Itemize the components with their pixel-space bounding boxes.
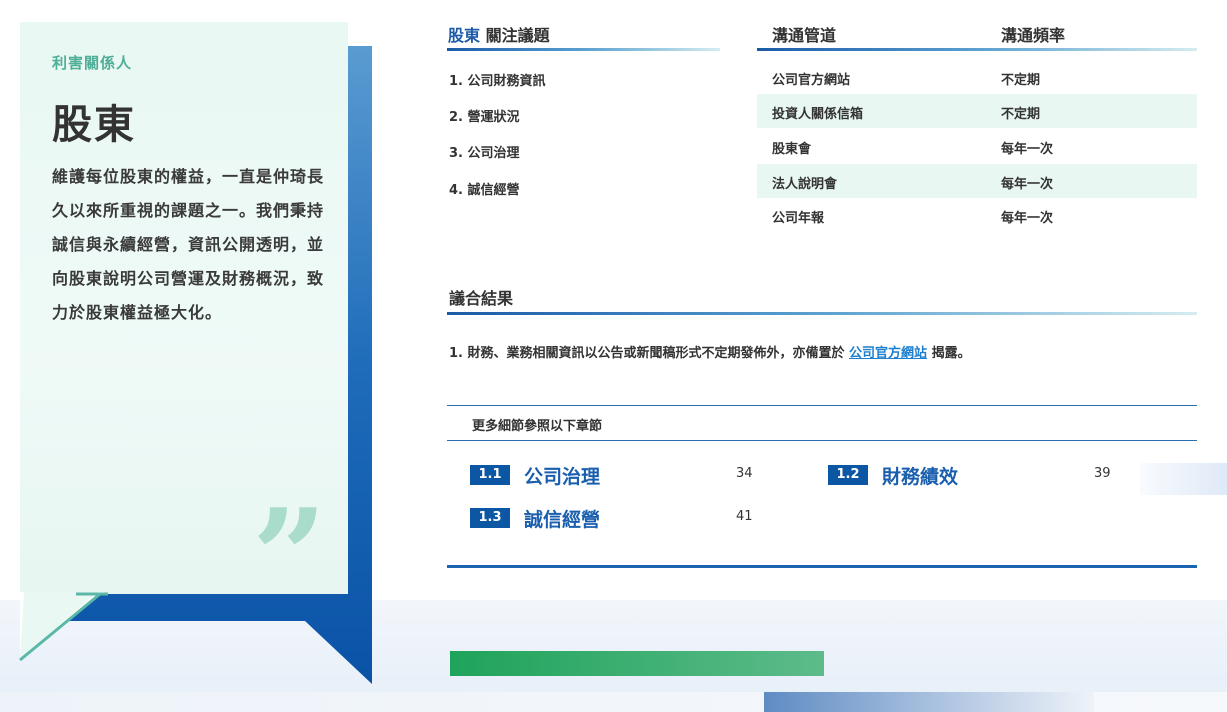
chapter-page-number: 41 <box>736 509 753 524</box>
issue-item: 2. 營運狀況 <box>449 110 520 125</box>
issue-item: 1. 公司財務資訊 <box>449 74 546 89</box>
table-row: 公司年報 每年一次 <box>757 198 1197 232</box>
card-title: 股東 <box>52 102 136 148</box>
result-item: 1. 財務、業務相關資訊以公告或新聞稿形式不定期發佈外，亦備置於 公司官方網站 … <box>449 342 971 361</box>
results-header: 議合結果 <box>449 289 514 308</box>
card-speech-tail <box>19 592 108 662</box>
channels-underline <box>757 48 1197 51</box>
decorative-bar-right <box>1140 463 1227 495</box>
chapter-link-1-2[interactable]: 1.2 財務績效 39 <box>828 462 1118 488</box>
issue-item: 3. 公司治理 <box>449 146 520 161</box>
issues-underline <box>447 48 720 51</box>
results-underline <box>447 312 1197 315</box>
official-website-link[interactable]: 公司官方網站 <box>849 346 927 361</box>
stakeholder-card: 利害關係人 股東 維護每位股東的權益，一直是仲琦長久以來所重視的課題之一。我們秉… <box>20 22 348 622</box>
issues-header-text: 關注議題 <box>480 26 550 45</box>
issues-header: 股東 關注議題 <box>448 22 550 46</box>
chapter-title: 公司治理 <box>524 466 601 488</box>
table-row: 法人說明會 每年一次 <box>757 164 1197 198</box>
card-kicker: 利害關係人 <box>52 54 133 72</box>
divider <box>447 440 1197 441</box>
issues-header-accent: 股東 <box>448 26 481 45</box>
table-row: 公司官方網站 不定期 <box>757 60 1197 94</box>
quote-mark-icon: ” <box>252 480 327 633</box>
result-item-text: 1. 財務、業務相關資訊以公告或新聞稿形式不定期發佈外，亦備置於 <box>449 346 850 361</box>
channel-frequency: 不定期 <box>1001 107 1041 122</box>
chapter-number-badge: 1.2 <box>828 465 868 485</box>
channel-frequency: 每年一次 <box>1001 211 1054 226</box>
table-row: 投資人關係信箱 不定期 <box>757 94 1197 128</box>
channels-column-header: 溝通管道 <box>772 26 837 45</box>
decorative-bar-blue <box>764 692 1094 712</box>
channel-frequency: 每年一次 <box>1001 142 1054 157</box>
frequency-column-header: 溝通頻率 <box>1001 26 1066 45</box>
channel-frequency: 每年一次 <box>1001 177 1054 192</box>
issue-item: 4. 誠信經營 <box>449 183 520 198</box>
chapter-link-1-1[interactable]: 1.1 公司治理 34 <box>470 462 760 488</box>
table-row: 股東會 每年一次 <box>757 129 1197 163</box>
divider <box>447 565 1197 568</box>
channel-name: 投資人關係信箱 <box>772 107 864 122</box>
chapter-number-badge: 1.3 <box>470 508 510 528</box>
chapter-title: 財務績效 <box>882 466 959 488</box>
channel-name: 公司官方網站 <box>772 73 851 88</box>
result-item-suffix: 揭露。 <box>927 346 971 361</box>
chapter-page-number: 39 <box>1094 466 1111 481</box>
chapter-page-number: 34 <box>736 466 753 481</box>
channel-name: 公司年報 <box>772 211 825 226</box>
channel-name: 法人說明會 <box>772 177 838 192</box>
chapter-link-1-3[interactable]: 1.3 誠信經營 41 <box>470 505 760 531</box>
channel-name: 股東會 <box>772 142 812 157</box>
more-details-label: 更多細節參照以下章節 <box>472 419 603 434</box>
chapter-number-badge: 1.1 <box>470 465 510 485</box>
card-body-text: 維護每位股東的權益，一直是仲琦長久以來所重視的課題之一。我們秉持誠信與永續經營，… <box>52 167 325 322</box>
channel-frequency: 不定期 <box>1001 73 1041 88</box>
divider <box>447 405 1197 406</box>
chapter-title: 誠信經營 <box>524 509 601 531</box>
decorative-bar-green <box>450 651 824 676</box>
